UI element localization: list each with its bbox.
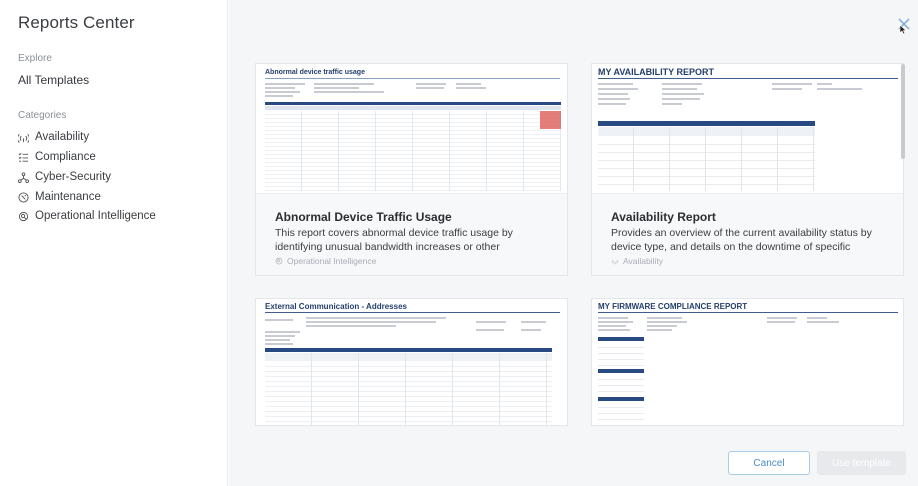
gear-search-icon	[18, 211, 29, 221]
mouse-cursor-icon	[899, 24, 907, 35]
category-compliance[interactable]: Compliance	[18, 149, 96, 165]
template-title: Availability Report	[611, 210, 716, 224]
template-title: Abnormal Device Traffic Usage	[275, 210, 452, 224]
preview-title: External Communication - Addresses	[265, 302, 407, 311]
use-template-button[interactable]: Use template	[817, 451, 906, 475]
category-label: Cyber-Security	[35, 171, 112, 183]
preview-title: MY FIRMWARE COMPLIANCE REPORT	[598, 302, 748, 311]
signal-icon	[612, 259, 618, 265]
template-preview: MY AVAILABILITY REPORT	[592, 64, 903, 192]
category-label: Maintenance	[35, 191, 101, 203]
explore-section-label: Explore	[18, 53, 52, 64]
all-templates-link[interactable]: All Templates	[18, 73, 89, 87]
template-card-firmware-compliance[interactable]: MY FIRMWARE COMPLIANCE REPORT	[591, 298, 904, 426]
preview-title: Abnormal device traffic usage	[265, 69, 365, 76]
template-category-tag: Availability	[611, 256, 663, 266]
category-operational-intelligence[interactable]: Operational Intelligence	[18, 208, 156, 224]
category-maintenance[interactable]: Maintenance	[18, 189, 101, 205]
template-description: This report covers abnormal device traff…	[275, 227, 513, 253]
tag-label: Operational Intelligence	[287, 256, 377, 266]
template-info: Abnormal Device Traffic Usage This repor…	[256, 193, 567, 275]
network-icon	[18, 171, 29, 183]
template-info: Availability Report Provides an overview…	[592, 193, 903, 275]
category-label: Compliance	[35, 151, 96, 163]
category-label: Operational Intelligence	[35, 210, 156, 222]
categories-section-label: Categories	[18, 110, 67, 121]
wrench-circle-icon	[18, 191, 29, 203]
tag-label: Availability	[623, 256, 664, 266]
app-title: Reports Center	[18, 13, 135, 32]
gallery-scrollbar[interactable]	[901, 64, 905, 159]
category-availability[interactable]: Availability	[18, 129, 89, 145]
template-preview: External Communication - Addresses	[256, 299, 567, 425]
template-category-tag: Operational Intelligence	[275, 256, 376, 266]
template-card-external-communication[interactable]: External Communication - Addresses	[255, 298, 568, 426]
template-card-availability[interactable]: MY AVAILABILITY REPORT Availability Repo…	[591, 63, 904, 276]
template-card-abnormal-traffic[interactable]: Abnormal device traffic usage Abnormal D…	[255, 63, 568, 276]
template-preview: Abnormal device traffic usage	[256, 64, 567, 192]
gear-search-icon	[275, 257, 283, 265]
checklist-icon	[18, 152, 29, 162]
cancel-button[interactable]: Cancel	[728, 451, 810, 475]
category-cyber-security[interactable]: Cyber-Security	[18, 169, 111, 185]
sidebar: Reports Center Explore All Templates Cat…	[0, 0, 228, 486]
template-preview: MY FIRMWARE COMPLIANCE REPORT	[592, 299, 903, 425]
category-label: Availability	[35, 131, 90, 143]
template-description: Provides an overview of the current avai…	[611, 227, 872, 253]
preview-title: MY AVAILABILITY REPORT	[598, 67, 715, 77]
signal-icon	[18, 133, 29, 143]
